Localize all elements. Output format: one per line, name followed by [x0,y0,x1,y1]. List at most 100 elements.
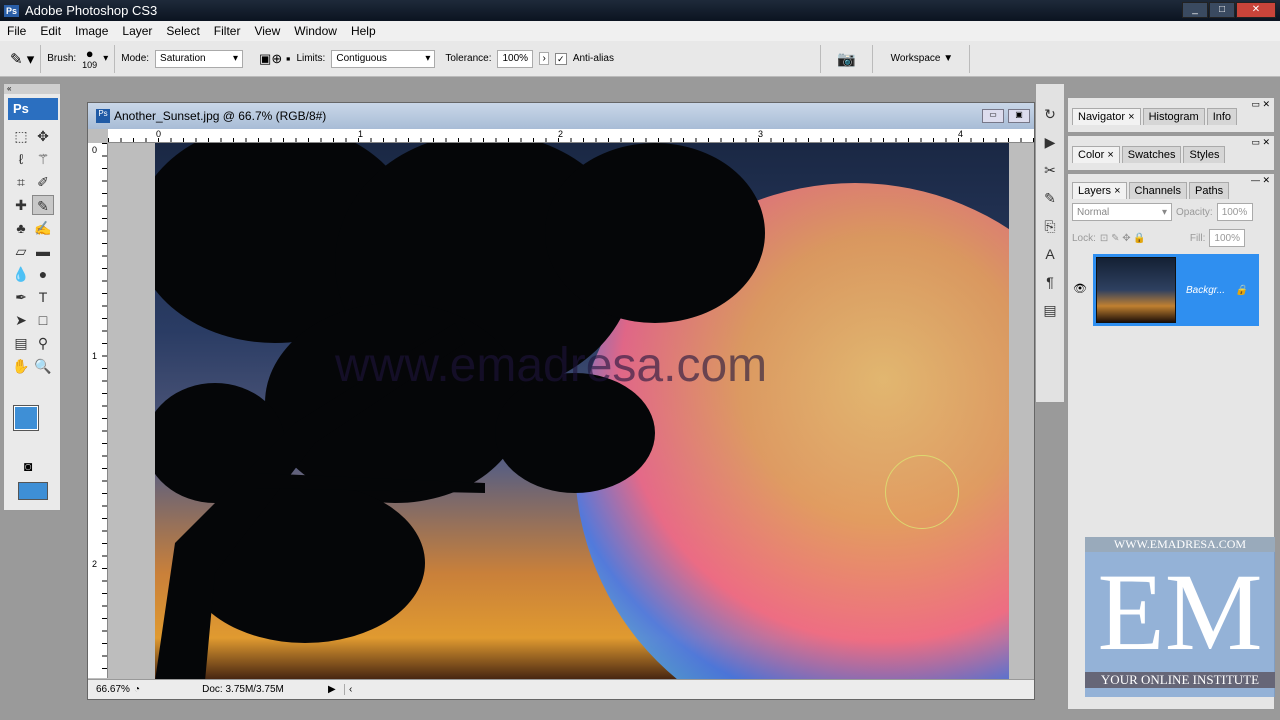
brush-picker[interactable]: ● 109 [82,47,97,70]
tool-preset-picker[interactable]: ✎ ▾ [10,50,34,68]
doc-maximize-button[interactable]: ▣ [1008,109,1030,123]
opacity-label: Opacity: [1176,206,1213,218]
quick-mask-icon[interactable]: ◙ [24,458,32,474]
minimize-button[interactable]: _ [1182,2,1208,18]
workspace-button[interactable]: Workspace ▼ [891,53,954,64]
close-button[interactable]: ✕ [1236,2,1276,18]
gradient-tool-icon[interactable]: ▬ [32,241,54,261]
divider [114,44,116,73]
brush-label: Brush: [47,53,77,64]
color-replacement-tool-icon[interactable]: ✎ [32,195,54,215]
antialias-label: Anti-alias [572,53,614,64]
mode-value: Saturation [160,53,206,64]
menu-filter[interactable]: Filter [214,24,241,38]
menu-window[interactable]: Window [294,24,337,38]
clone-stamp-tool-icon[interactable]: ♣ [10,218,32,238]
panel-controls[interactable]: ▭ ✕ [1251,137,1270,148]
ruler-label: 1 [92,351,98,361]
status-icon[interactable]: ◔ [134,684,158,695]
limits-select[interactable]: Contiguous ▾ [331,49,436,68]
tab-color[interactable]: Color × [1072,146,1120,163]
shape-tool-icon[interactable]: □ [32,310,54,330]
sampling-icons[interactable]: ▣⊕ ▪ [259,51,290,67]
menu-layer[interactable]: Layer [122,24,152,38]
tab-styles[interactable]: Styles [1183,146,1226,163]
lock-label: Lock: [1072,232,1096,244]
screen-mode-icon[interactable] [18,482,48,500]
tab-swatches[interactable]: Swatches [1121,146,1182,163]
foreground-color-swatch[interactable] [13,405,39,431]
tab-layers[interactable]: Layers × [1072,182,1127,199]
layer-background[interactable]: Backgr... 🔒 [1093,254,1259,326]
panel-controls[interactable]: — ✕ [1251,175,1270,186]
image-watermark: www.emadresa.com [335,339,768,392]
eraser-tool-icon[interactable]: ▱ [10,241,32,261]
type-tool-icon[interactable]: T [32,287,54,307]
status-menu-arrow[interactable]: ▶ [328,684,344,695]
menu-edit[interactable]: Edit [40,24,61,38]
zoom-tool-icon[interactable]: 🔍 [32,356,54,376]
blend-mode-select[interactable]: Normal ▾ [1072,203,1172,221]
move-tool-icon[interactable]: ✥ [32,126,54,146]
history-icon[interactable]: ↻ [1039,106,1061,128]
antialias-checkbox[interactable]: ✓ [554,52,567,65]
visibility-eye-icon[interactable]: 👁 [1073,282,1087,295]
opacity-input[interactable]: 100% [1216,203,1253,221]
menu-file[interactable]: File [7,24,26,38]
tab-info[interactable]: Info [1206,108,1238,125]
horizontal-scrollbar[interactable]: ‹ [344,684,1034,695]
actions-icon[interactable]: ▶ [1039,134,1061,156]
magic-wand-tool-icon[interactable]: ⚚ [32,149,54,169]
image-canvas[interactable]: www.emadresa.com [155,143,1009,681]
maximize-button[interactable]: □ [1209,2,1235,18]
tab-histogram[interactable]: Histogram [1142,108,1205,125]
character-icon[interactable]: A [1039,246,1061,268]
file-browser-icon[interactable]: 📷 [837,50,856,68]
tab-navigator[interactable]: Navigator × [1072,108,1141,125]
crop-tool-icon[interactable]: ⌗ [10,172,32,192]
mode-select[interactable]: Saturation ▾ [155,49,244,68]
divider [969,44,971,73]
toolbox-logo: Ps [8,98,58,120]
divider [40,44,42,73]
healing-tool-icon[interactable]: ✚ [10,195,32,215]
ruler-label: 2 [92,559,98,569]
tab-paths[interactable]: Paths [1189,182,1230,199]
layer-comps-icon[interactable]: ▤ [1039,302,1061,324]
divider [871,44,873,73]
fill-label: Fill: [1189,232,1206,244]
slice-tool-icon[interactable]: ✐ [32,172,54,192]
fill-input[interactable]: 100% [1209,229,1246,247]
paragraph-icon[interactable]: ¶ [1039,274,1061,296]
ruler-label: 0 [92,145,98,155]
zoom-level[interactable]: 66.67% [88,684,134,695]
path-selection-tool-icon[interactable]: ➤ [10,310,32,330]
history-brush-tool-icon[interactable]: ✍ [32,218,54,238]
tab-channels[interactable]: Channels [1128,182,1187,199]
toolbox-collapse[interactable]: « [4,84,60,94]
panel-controls[interactable]: ▭ ✕ [1251,99,1270,110]
color-panel: ▭ ✕ Color × Swatches Styles [1067,135,1275,171]
clone-source-icon[interactable]: ⎘ [1039,218,1061,240]
brush-dropdown-icon[interactable]: ▾ [103,53,108,64]
blur-tool-icon[interactable]: 💧 [10,264,32,284]
hand-tool-icon[interactable]: ✋ [10,356,32,376]
brushes-icon[interactable]: ✎ [1039,190,1061,212]
menu-select[interactable]: Select [166,24,199,38]
tolerance-stepper[interactable]: › [539,52,549,65]
horizontal-ruler: 0 1 2 3 4 [108,129,1034,143]
pen-tool-icon[interactable]: ✒ [10,287,32,307]
menu-help[interactable]: Help [351,24,376,38]
doc-minimize-button[interactable]: ▭ [982,109,1004,123]
menu-view[interactable]: View [254,24,280,38]
notes-tool-icon[interactable]: ▤ [10,333,32,353]
tolerance-input[interactable]: 100% [497,49,534,68]
lock-icons[interactable]: ⊡ ✎ ✥ 🔒 [1100,233,1146,244]
lasso-tool-icon[interactable]: ℓ [10,149,32,169]
menu-image[interactable]: Image [75,24,108,38]
dodge-tool-icon[interactable]: ● [32,264,54,284]
tool-presets-icon[interactable]: ✂ [1039,162,1061,184]
document-title: Another_Sunset.jpg @ 66.7% (RGB/8#) [114,109,327,123]
eyedropper-tool-icon[interactable]: ⚲ [32,333,54,353]
marquee-tool-icon[interactable]: ⬚ [10,126,32,146]
